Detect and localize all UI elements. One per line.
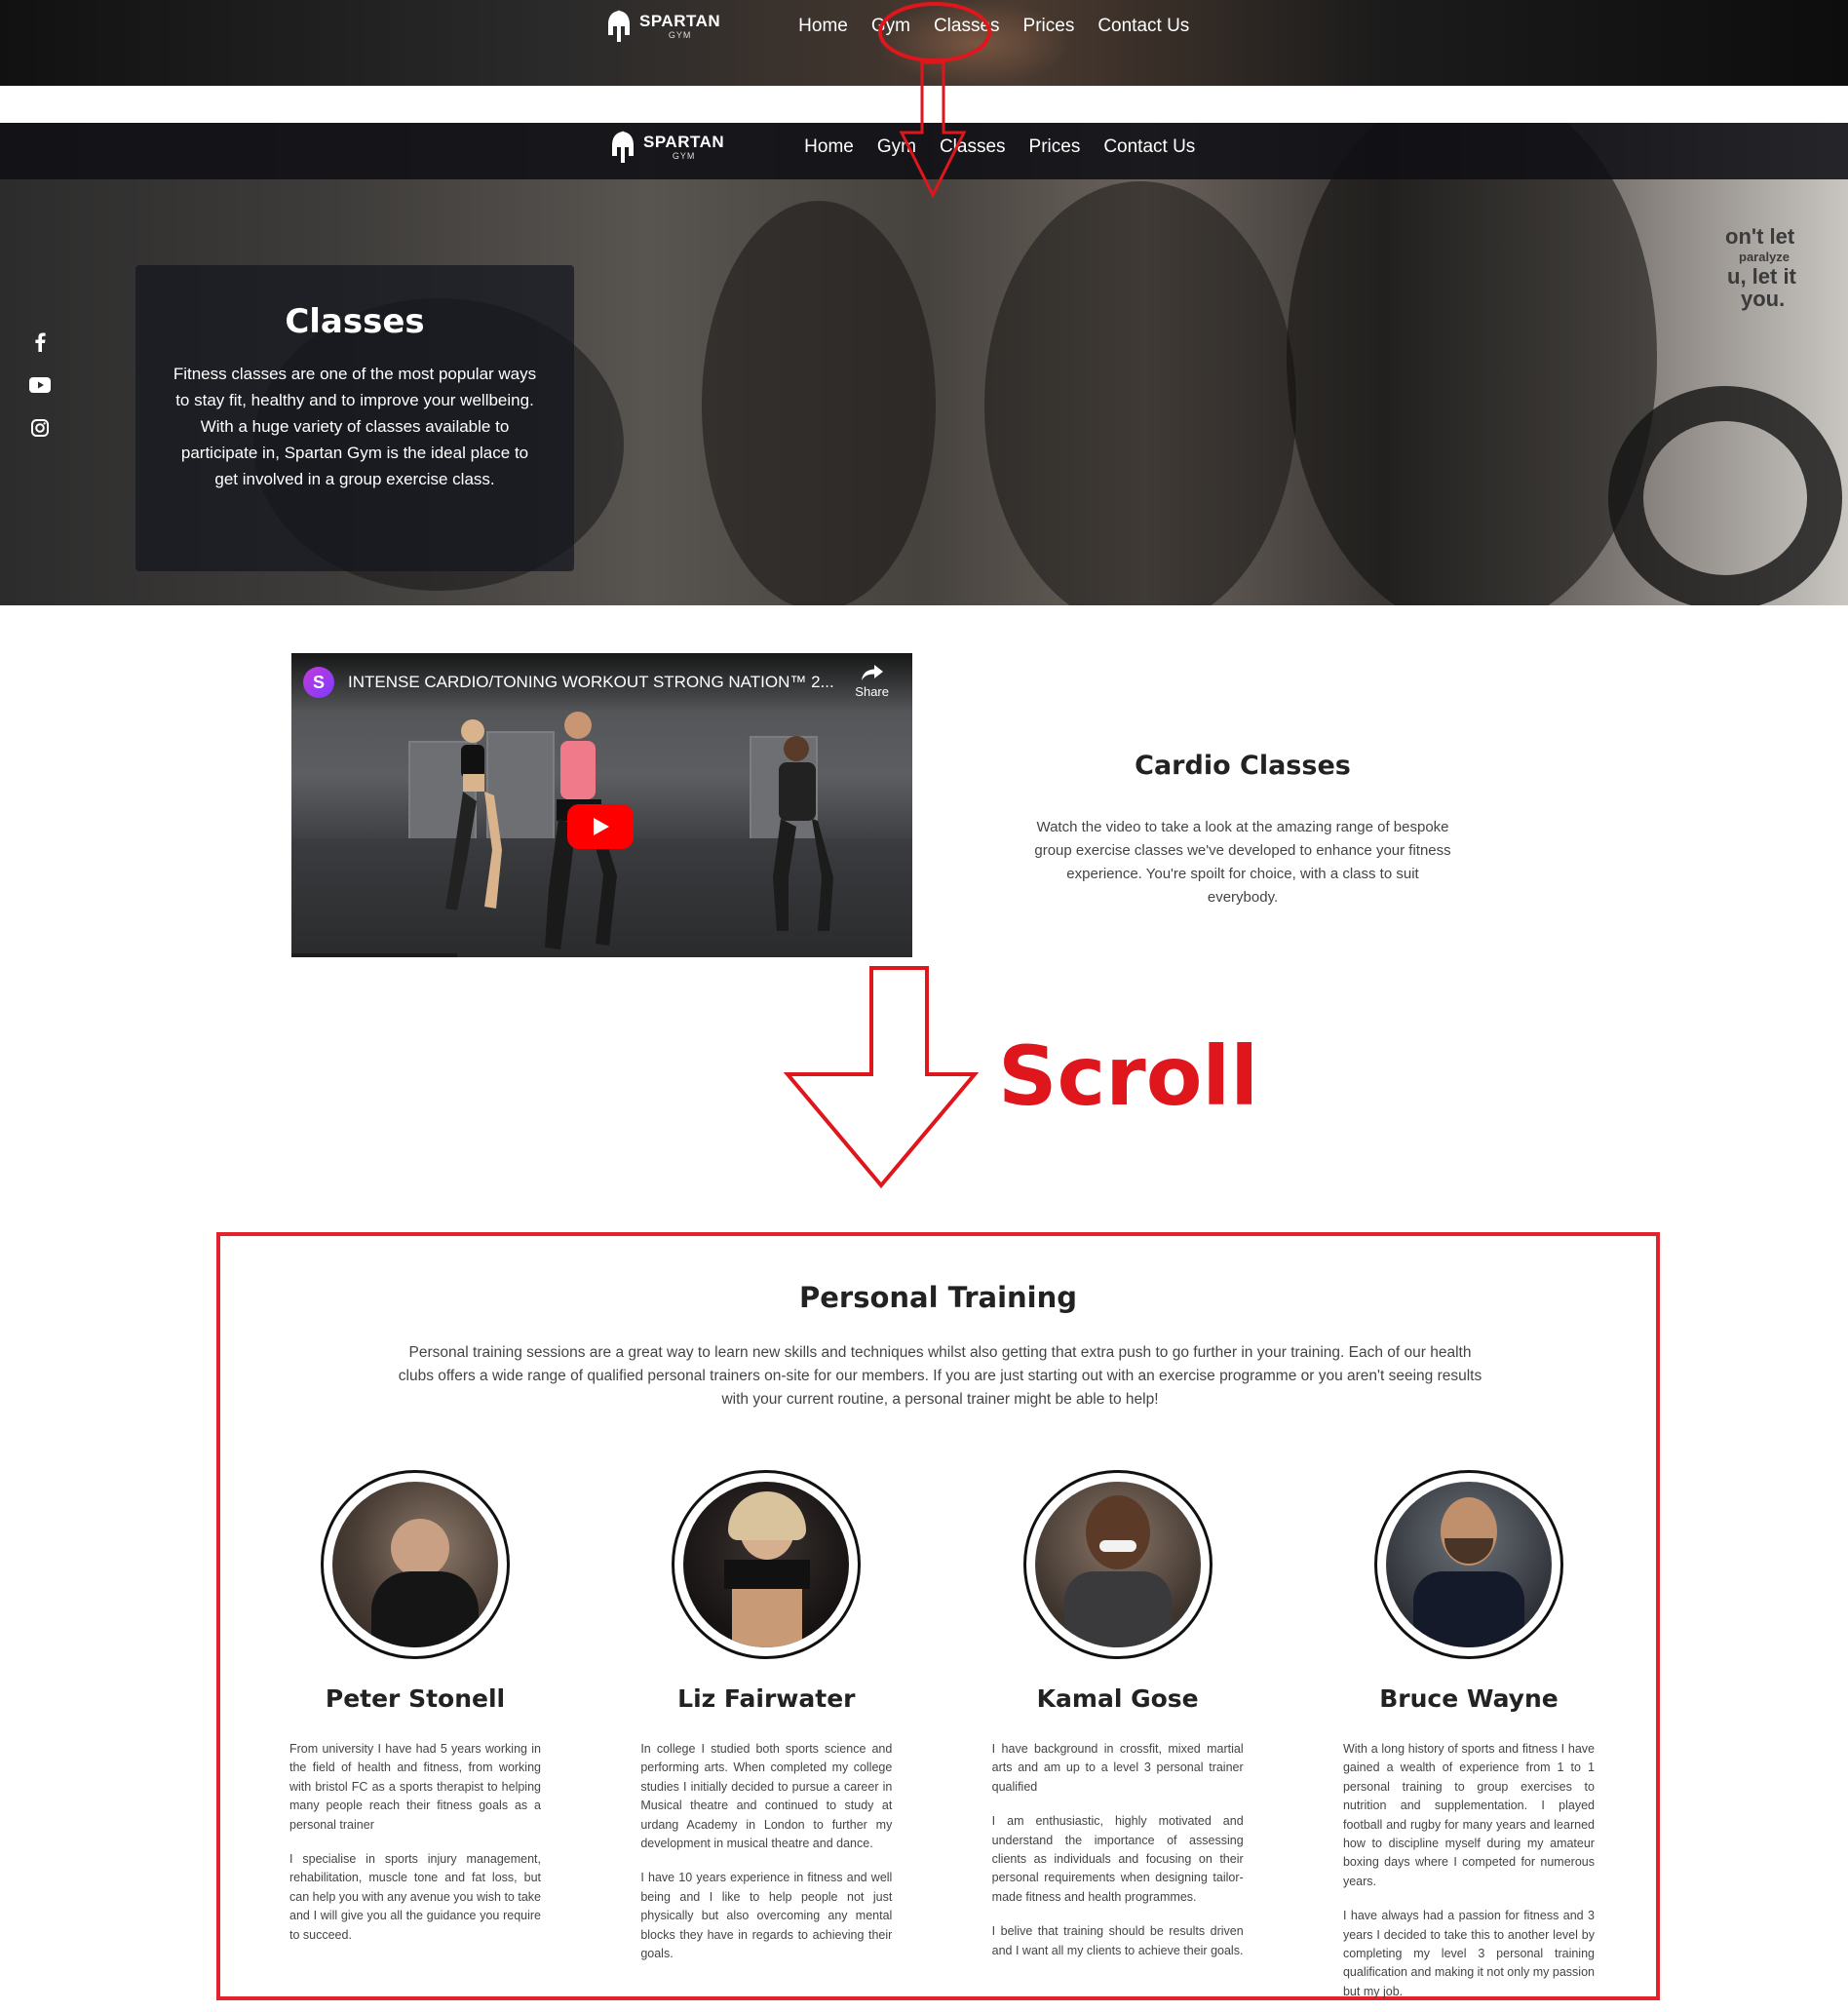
- video-figure-left: [445, 719, 502, 910]
- personal-training-section: Personal Training Personal training sess…: [216, 1232, 1660, 2000]
- facebook-icon[interactable]: [29, 331, 51, 353]
- wall-text-4: you.: [1741, 287, 1786, 311]
- logo-subtitle: GYM: [668, 30, 692, 40]
- hero-navbar: SPARTAN GYM Home Gym Classes Prices Cont…: [610, 131, 1195, 164]
- trainer-bio-paragraph: I have 10 years experience in fitness an…: [640, 1871, 893, 1961]
- cardio-section: Cardio Classes Watch the video to take a…: [1033, 751, 1452, 909]
- play-icon: [594, 818, 609, 835]
- share-label: Share: [855, 684, 889, 699]
- avatar: [332, 1482, 498, 1647]
- spartan-helmet-icon: [608, 10, 630, 42]
- hero-nav-links: Home Gym Classes Prices Contact Us: [804, 136, 1195, 158]
- trainer-bio: With a long history of sports and fitnes…: [1343, 1740, 1595, 2012]
- nav-contact-us[interactable]: Contact Us: [1097, 16, 1189, 37]
- wall-text-1: on't let: [1725, 224, 1795, 249]
- trainer-name: Liz Fairwater: [677, 1684, 856, 1713]
- nav-classes[interactable]: Classes: [934, 16, 1000, 37]
- trainer-bio-paragraph: I belive that training should be results…: [991, 1924, 1244, 1957]
- top-navbar: SPARTAN GYM Home Gym Classes Prices Cont…: [606, 10, 1189, 43]
- trainer-bio-paragraph: With a long history of sports and fitnes…: [1342, 1742, 1595, 1888]
- trainer-name: Peter Stonell: [325, 1684, 506, 1713]
- social-links: [29, 331, 51, 439]
- hero-section: on't let paralyze u, let it you. Classes…: [0, 123, 1848, 605]
- share-button[interactable]: Share: [855, 665, 889, 699]
- hero-logo-name: SPARTAN: [643, 133, 725, 151]
- hero-nav-gym[interactable]: Gym: [877, 136, 916, 158]
- hero-logo[interactable]: SPARTAN GYM: [610, 131, 724, 164]
- scroll-label: Scroll: [998, 1028, 1259, 1124]
- nav-prices[interactable]: Prices: [1023, 16, 1075, 37]
- video-player[interactable]: S INTENSE CARDIO/TONING WORKOUT STRONG N…: [291, 653, 912, 957]
- hero-nav-home[interactable]: Home: [804, 136, 854, 158]
- trainer-card: Kamal Gose I have background in crossfit…: [991, 1470, 1245, 2012]
- nav-home[interactable]: Home: [798, 16, 848, 37]
- instagram-icon[interactable]: [29, 417, 51, 439]
- trainer-bio-paragraph: From university I have had 5 years worki…: [289, 1742, 541, 1832]
- nav-links: Home Gym Classes Prices Contact Us: [798, 16, 1189, 37]
- hero-nav-contact-us[interactable]: Contact Us: [1103, 136, 1195, 158]
- trainer-bio-paragraph: I am enthusiastic, highly motivated and …: [991, 1814, 1244, 1904]
- personal-training-title: Personal Training: [798, 1281, 1078, 1314]
- personal-training-intro: Personal training sessions are a great w…: [398, 1344, 1482, 1408]
- video-progress-bar[interactable]: [291, 953, 457, 957]
- trainer-bio-paragraph: I have background in crossfit, mixed mar…: [991, 1742, 1244, 1794]
- video-figure-right: [773, 736, 833, 931]
- hero-description: Fitness classes are one of the most popu…: [173, 365, 537, 488]
- wall-text-2: paralyze: [1739, 250, 1790, 264]
- spartan-helmet-icon: [612, 131, 634, 163]
- trainer-card: Bruce Wayne With a long history of sport…: [1342, 1470, 1596, 2012]
- logo-name: SPARTAN: [639, 12, 721, 30]
- avatar: [1385, 1482, 1552, 1647]
- trainer-name: Kamal Gose: [1036, 1684, 1199, 1713]
- play-button[interactable]: [567, 804, 634, 849]
- hero-title: Classes: [285, 302, 425, 341]
- trainer-bio: In college I studied both sports science…: [640, 1740, 892, 1979]
- logo[interactable]: SPARTAN GYM: [606, 10, 720, 43]
- trainer-list: Peter Stonell From university I have had…: [289, 1470, 1596, 2012]
- scroll-arrow: [783, 966, 980, 1189]
- trainer-bio-paragraph: I have always had a passion for fitness …: [1342, 1909, 1595, 1998]
- trainer-bio-paragraph: I specialise in sports injury management…: [289, 1852, 541, 1942]
- hero-nav-prices[interactable]: Prices: [1029, 136, 1081, 158]
- hero-nav-classes[interactable]: Classes: [940, 136, 1006, 158]
- channel-avatar[interactable]: S: [303, 667, 334, 698]
- trainer-card: Peter Stonell From university I have had…: [289, 1470, 542, 2012]
- cardio-description: Watch the video to take a look at the am…: [1034, 819, 1451, 906]
- trainer-bio: I have background in crossfit, mixed mar…: [992, 1740, 1244, 1976]
- trainer-card: Liz Fairwater In college I studied both …: [639, 1470, 893, 2012]
- trainer-bio-paragraph: In college I studied both sports science…: [640, 1742, 893, 1851]
- youtube-icon[interactable]: [29, 374, 51, 396]
- hero-card: Classes Fitness classes are one of the m…: [135, 265, 574, 571]
- avatar: [1034, 1482, 1201, 1647]
- avatar: [683, 1482, 850, 1647]
- trainer-bio: From university I have had 5 years worki…: [289, 1740, 541, 1960]
- video-title[interactable]: INTENSE CARDIO/TONING WORKOUT STRONG NAT…: [348, 673, 834, 692]
- share-icon: [861, 665, 883, 680]
- cardio-title: Cardio Classes: [1135, 751, 1351, 781]
- nav-gym[interactable]: Gym: [871, 16, 910, 37]
- video-header: S INTENSE CARDIO/TONING WORKOUT STRONG N…: [291, 653, 912, 712]
- hero-logo-subtitle: GYM: [672, 151, 696, 161]
- trainer-name: Bruce Wayne: [1379, 1684, 1559, 1713]
